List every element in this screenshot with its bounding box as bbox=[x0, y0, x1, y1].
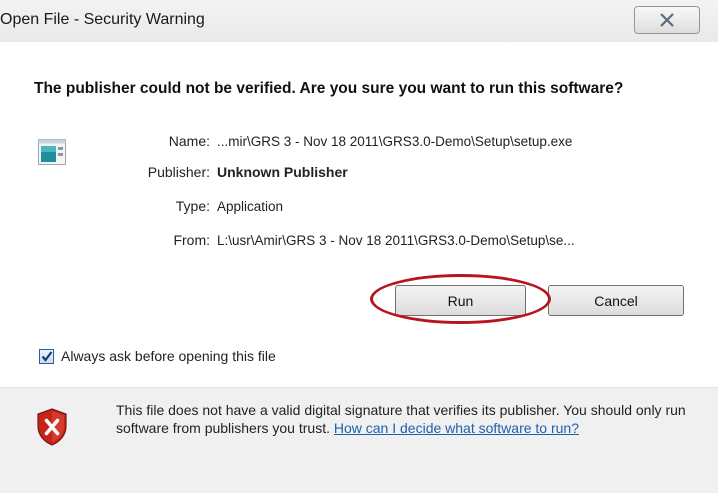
close-button[interactable] bbox=[634, 6, 700, 34]
name-label: Name: bbox=[168, 133, 210, 149]
dialog-content: The publisher could not be verified. Are… bbox=[0, 42, 718, 387]
always-ask-checkbox[interactable] bbox=[39, 349, 54, 364]
shield-error-icon bbox=[37, 408, 67, 446]
warning-footer: This file does not have a valid digital … bbox=[0, 387, 718, 494]
signature-warning-text: This file does not have a valid digital … bbox=[116, 401, 696, 437]
title-bar: Open File - Security Warning bbox=[0, 0, 718, 43]
dialog-bottom-edge bbox=[0, 493, 718, 503]
checkmark-icon bbox=[41, 351, 53, 362]
always-ask-label: Always ask before opening this file bbox=[61, 348, 276, 364]
from-value: L:\usr\Amir\GRS 3 - Nov 18 2011\GRS3.0-D… bbox=[217, 233, 575, 248]
publisher-value: Unknown Publisher bbox=[217, 164, 348, 180]
type-label: Type: bbox=[175, 198, 210, 214]
publisher-label: Publisher: bbox=[147, 164, 210, 180]
run-button[interactable]: Run bbox=[395, 285, 526, 316]
help-link[interactable]: How can I decide what software to run? bbox=[334, 420, 579, 436]
cancel-button[interactable]: Cancel bbox=[548, 285, 684, 316]
from-label: From: bbox=[173, 232, 210, 248]
close-icon bbox=[660, 13, 674, 27]
type-value: Application bbox=[217, 199, 284, 214]
name-value: ...mir\GRS 3 - Nov 18 2011\GRS3.0-Demo\S… bbox=[217, 134, 573, 149]
publisher-warning-question: The publisher could not be verified. Are… bbox=[34, 80, 624, 97]
window-title: Open File - Security Warning bbox=[0, 11, 205, 28]
